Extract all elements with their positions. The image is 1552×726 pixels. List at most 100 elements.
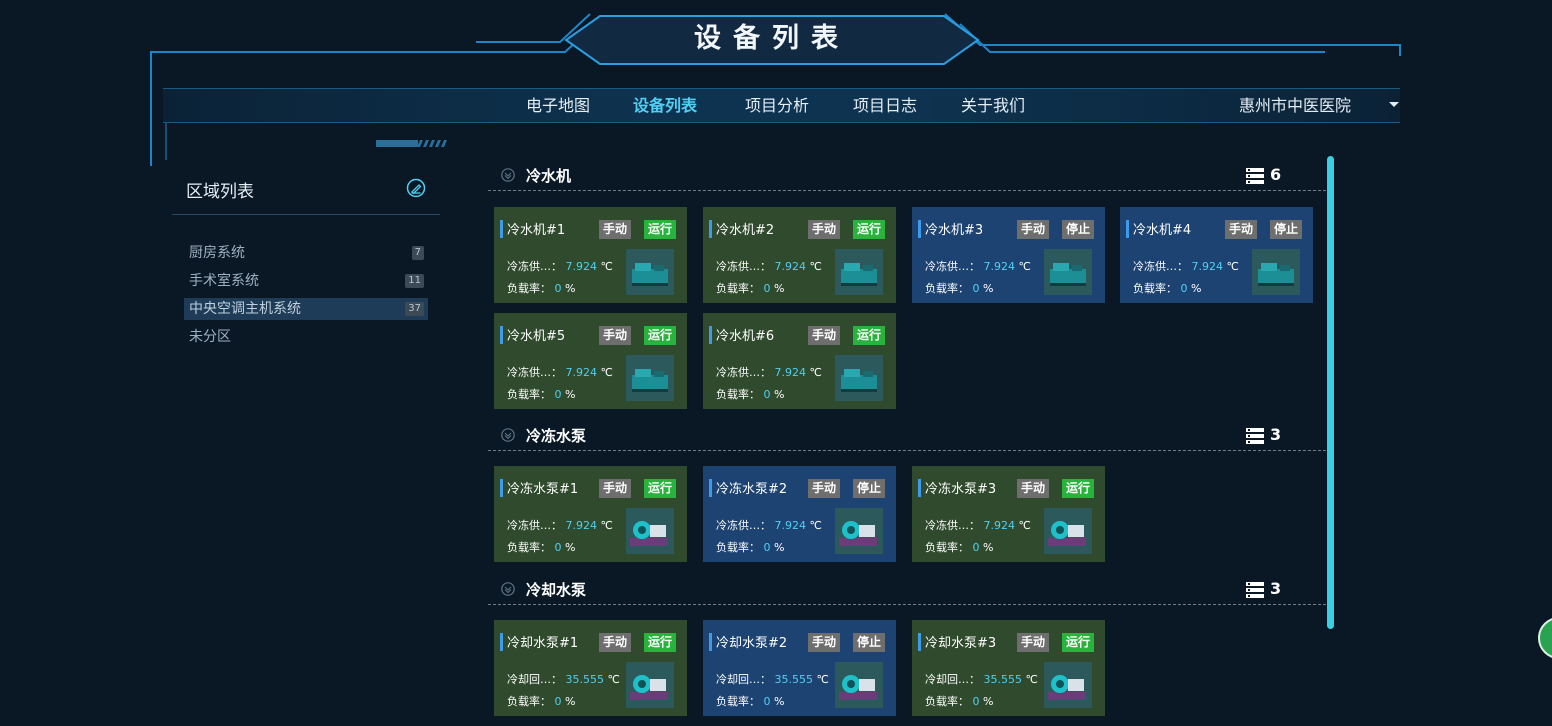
nav-item-map[interactable]: 电子地图 bbox=[526, 89, 590, 122]
device-card[interactable]: 冷水机#2 手动 运行 冷冻供…： 7.924 ℃ 负载率： 0 % bbox=[703, 207, 896, 303]
card-accent-bar bbox=[709, 479, 712, 497]
region-item-label: 厨房系统 bbox=[189, 245, 245, 261]
metric-unit: % bbox=[774, 282, 785, 295]
device-card[interactable]: 冷冻水泵#2 手动 停止 冷冻供…： 7.924 ℃ 负载率： 0 % bbox=[703, 466, 896, 562]
metric-label: 负载率： bbox=[925, 282, 969, 295]
metric-label: 冷冻供…： bbox=[507, 366, 562, 379]
metric-label: 负载率： bbox=[507, 388, 551, 401]
region-panel-title: 区域列表 bbox=[186, 182, 254, 202]
edit-icon[interactable] bbox=[406, 178, 426, 198]
metric-label: 冷却回…： bbox=[507, 673, 562, 686]
metric-label: 负载率： bbox=[716, 282, 760, 295]
mode-badge: 手动 bbox=[808, 326, 841, 345]
mode-badge: 手动 bbox=[1225, 220, 1258, 239]
region-item-hvac-host[interactable]: 中央空调主机系统 37 bbox=[184, 298, 428, 320]
metric-line-2: 负载率： 0 % bbox=[716, 693, 784, 709]
metric-line-1: 冷冻供…： 7.924 ℃ bbox=[925, 258, 1031, 274]
metric-label: 冷冻供…： bbox=[925, 260, 980, 273]
floating-action-button[interactable] bbox=[1538, 617, 1552, 659]
chiller-icon bbox=[626, 249, 674, 295]
metric-value: 0 bbox=[554, 282, 562, 295]
hospital-select[interactable]: 惠州市中医医院 bbox=[1239, 89, 1351, 122]
device-name: 冷水机#2 bbox=[716, 223, 775, 238]
card-accent-bar bbox=[709, 326, 712, 344]
metric-value: 7.924 bbox=[774, 260, 807, 273]
metric-value: 0 bbox=[763, 541, 771, 554]
metric-label: 冷冻供…： bbox=[716, 366, 771, 379]
device-card[interactable]: 冷却水泵#2 手动 停止 冷却回…： 35.555 ℃ 负载率： 0 % bbox=[703, 620, 896, 716]
nav-item-device-list[interactable]: 设备列表 bbox=[633, 89, 697, 122]
device-name: 冷水机#3 bbox=[925, 223, 984, 238]
device-card[interactable]: 冷水机#5 手动 运行 冷冻供…： 7.924 ℃ 负载率： 0 % bbox=[494, 313, 687, 409]
device-card[interactable]: 冷水机#6 手动 运行 冷冻供…： 7.924 ℃ 负载率： 0 % bbox=[703, 313, 896, 409]
metric-unit: ℃ bbox=[1018, 260, 1031, 273]
metric-value: 0 bbox=[763, 695, 771, 708]
status-badge: 运行 bbox=[1062, 479, 1095, 498]
region-item-label: 未分区 bbox=[189, 329, 231, 345]
divider bbox=[172, 214, 440, 215]
card-accent-bar bbox=[918, 479, 921, 497]
device-card[interactable]: 冷水机#4 手动 停止 冷冻供…： 7.924 ℃ 负载率： 0 % bbox=[1120, 207, 1313, 303]
card-accent-bar bbox=[500, 326, 503, 344]
metric-value: 7.924 bbox=[774, 519, 807, 532]
metric-value: 0 bbox=[972, 695, 980, 708]
metric-line-1: 冷却回…： 35.555 ℃ bbox=[716, 671, 829, 687]
device-name: 冷却水泵#2 bbox=[716, 636, 788, 651]
chevron-collapse-icon[interactable] bbox=[501, 168, 515, 182]
device-card[interactable]: 冷冻水泵#1 手动 运行 冷冻供…： 7.924 ℃ 负载率： 0 % bbox=[494, 466, 687, 562]
section-header-cooling-pump: 冷却水泵 3 bbox=[488, 576, 1326, 605]
scrollbar[interactable] bbox=[1327, 156, 1334, 629]
device-card[interactable]: 冷却水泵#3 手动 运行 冷却回…： 35.555 ℃ 负载率： 0 % bbox=[912, 620, 1105, 716]
metric-value: 7.924 bbox=[1191, 260, 1224, 273]
metric-value: 7.924 bbox=[983, 260, 1016, 273]
chevron-down-icon[interactable] bbox=[1389, 102, 1399, 107]
device-card[interactable]: 冷冻水泵#3 手动 运行 冷冻供…： 7.924 ℃ 负载率： 0 % bbox=[912, 466, 1105, 562]
metric-value: 7.924 bbox=[565, 519, 598, 532]
device-card[interactable]: 冷水机#3 手动 停止 冷冻供…： 7.924 ℃ 负载率： 0 % bbox=[912, 207, 1105, 303]
metric-unit: ℃ bbox=[809, 366, 822, 379]
section-title: 冷却水泵 bbox=[526, 581, 587, 599]
nav-item-log[interactable]: 项目日志 bbox=[853, 89, 917, 122]
nav-item-about[interactable]: 关于我们 bbox=[961, 89, 1025, 122]
device-name: 冷水机#6 bbox=[716, 329, 775, 344]
device-card[interactable]: 冷却水泵#1 手动 运行 冷却回…： 35.555 ℃ 负载率： 0 % bbox=[494, 620, 687, 716]
metric-label: 冷却回…： bbox=[925, 673, 980, 686]
metric-unit: % bbox=[565, 541, 576, 554]
metric-line-2: 负载率： 0 % bbox=[507, 693, 575, 709]
card-accent-bar bbox=[500, 220, 503, 238]
mode-badge: 手动 bbox=[808, 479, 841, 498]
section-count: 6 bbox=[1270, 165, 1282, 184]
metric-line-2: 负载率： 0 % bbox=[925, 693, 993, 709]
chevron-collapse-icon[interactable] bbox=[501, 428, 515, 442]
metric-line-1: 冷冻供…： 7.924 ℃ bbox=[507, 364, 613, 380]
status-badge: 停止 bbox=[853, 633, 886, 652]
chiller-icon bbox=[1252, 249, 1300, 295]
region-item-operating-room[interactable]: 手术室系统 11 bbox=[184, 270, 428, 292]
device-name: 冷冻水泵#1 bbox=[507, 482, 579, 497]
device-card[interactable]: 冷水机#1 手动 运行 冷冻供…： 7.924 ℃ 负载率： 0 % bbox=[494, 207, 687, 303]
metric-unit: % bbox=[565, 282, 576, 295]
main-nav: 电子地图 设备列表 项目分析 项目日志 关于我们 惠州市中医医院 bbox=[163, 88, 1400, 123]
region-item-kitchen[interactable]: 厨房系统 7 bbox=[184, 242, 428, 264]
metric-label: 冷冻供…： bbox=[716, 260, 771, 273]
metric-unit: ℃ bbox=[600, 519, 613, 532]
metric-line-2: 负载率： 0 % bbox=[925, 280, 993, 296]
metric-unit: % bbox=[983, 695, 994, 708]
chevron-collapse-icon[interactable] bbox=[501, 582, 515, 596]
metric-line-1: 冷冻供…： 7.924 ℃ bbox=[716, 517, 822, 533]
card-accent-bar bbox=[500, 633, 503, 651]
nav-item-analysis[interactable]: 项目分析 bbox=[745, 89, 809, 122]
metric-unit: % bbox=[774, 388, 785, 401]
metric-line-1: 冷冻供…： 7.924 ℃ bbox=[507, 517, 613, 533]
metric-value: 7.924 bbox=[565, 366, 598, 379]
metric-line-1: 冷冻供…： 7.924 ℃ bbox=[716, 364, 822, 380]
region-item-unassigned[interactable]: 未分区 bbox=[184, 326, 428, 348]
pump-icon bbox=[626, 662, 674, 708]
mode-badge: 手动 bbox=[599, 633, 632, 652]
chiller-icon bbox=[1044, 249, 1092, 295]
metric-value: 0 bbox=[554, 695, 562, 708]
mode-badge: 手动 bbox=[599, 220, 632, 239]
metric-line-1: 冷却回…： 35.555 ℃ bbox=[925, 671, 1038, 687]
stripe-decoration bbox=[376, 140, 447, 147]
status-badge: 运行 bbox=[644, 326, 677, 345]
